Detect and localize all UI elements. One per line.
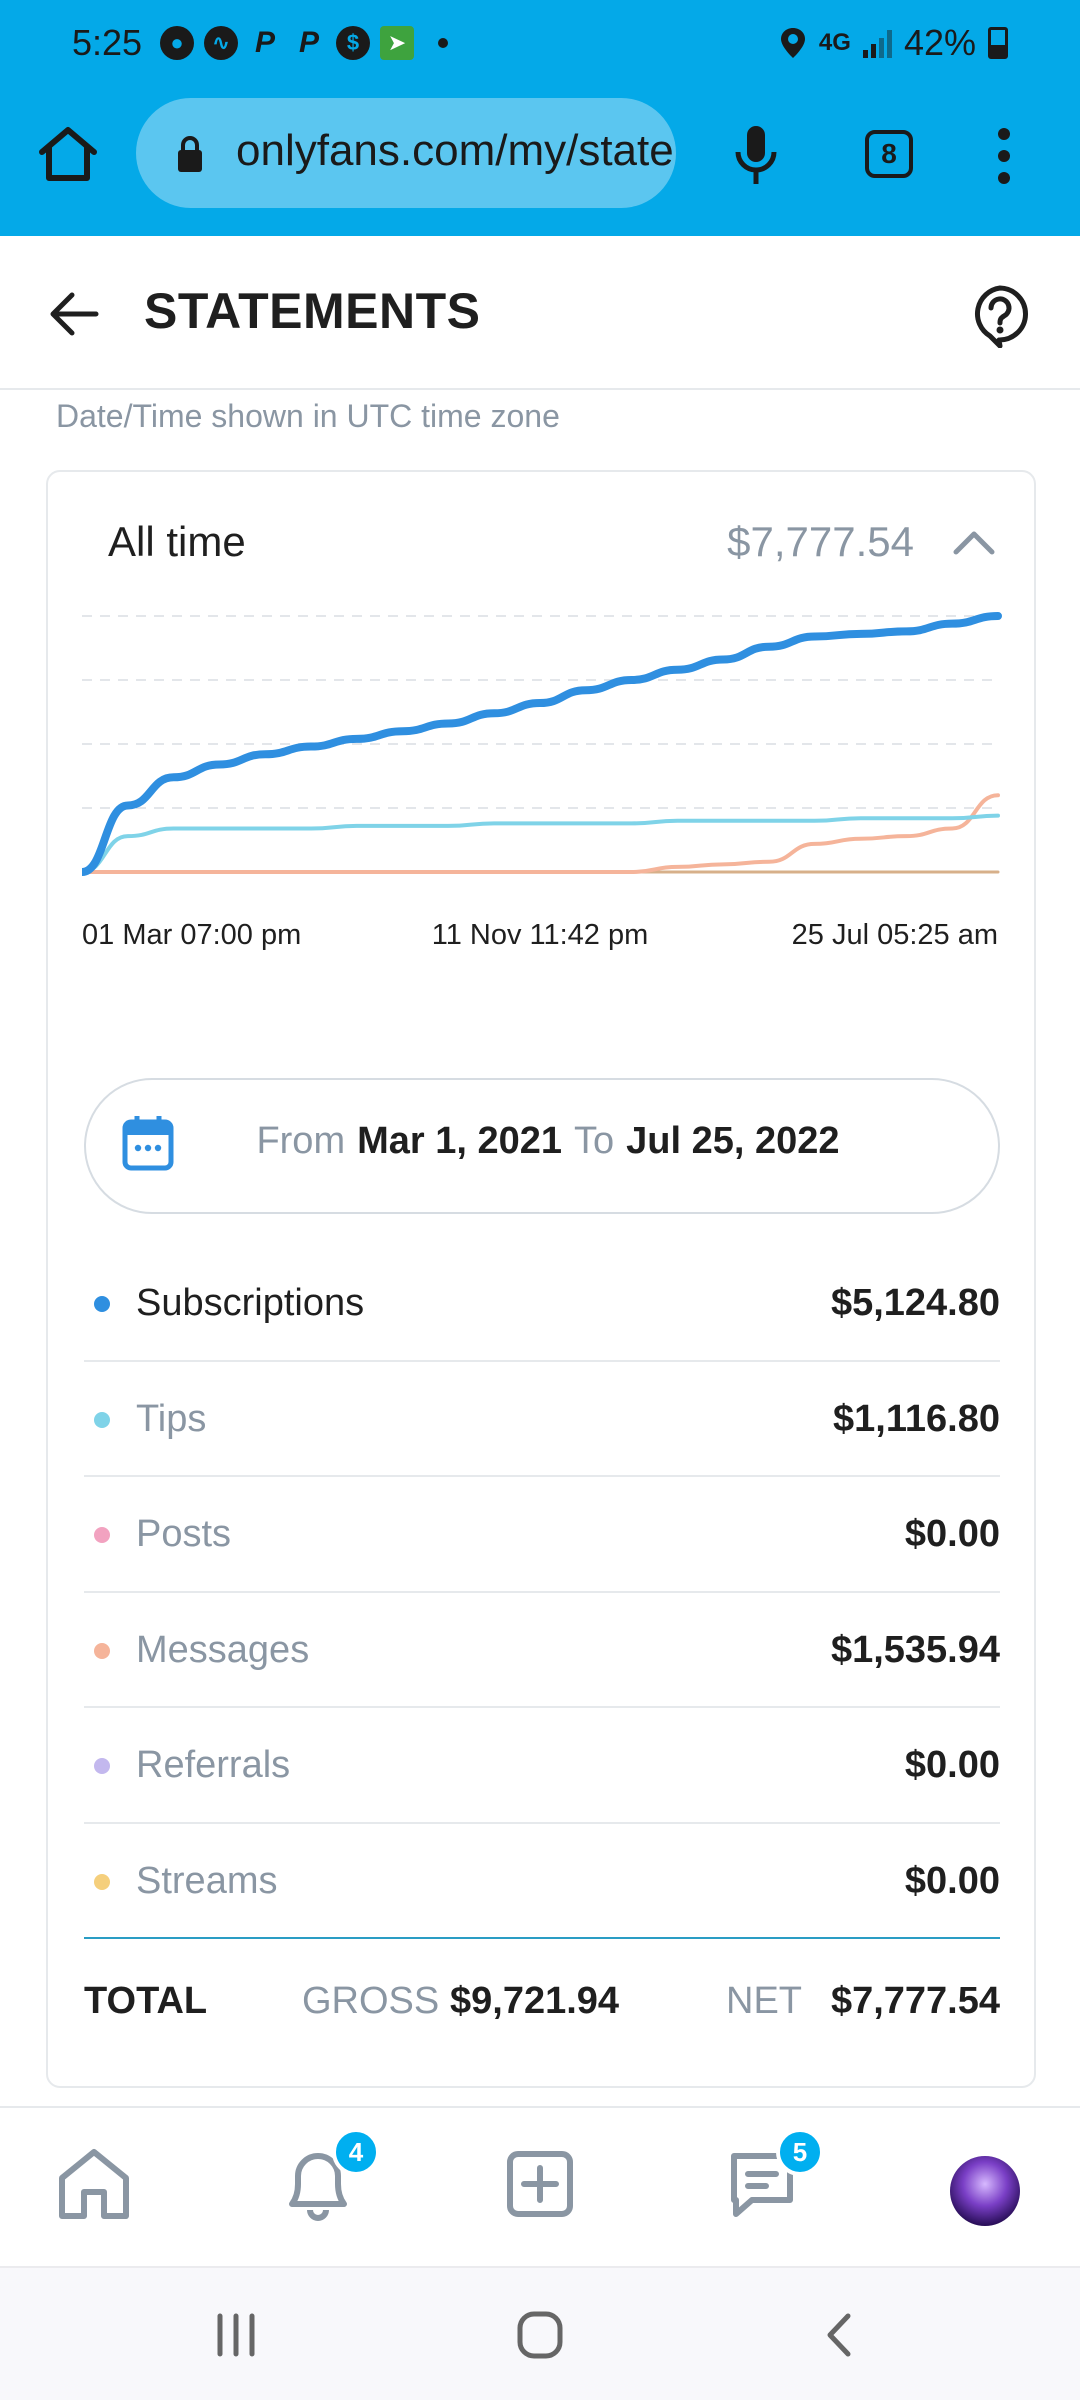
statement-card: All time $7,777.54 01 Mar 07:00 pm 11 Nov… (46, 470, 1036, 2088)
date-range-text[interactable]: From Mar 1, 2021 To Jul 25, 2022 (86, 1120, 998, 1163)
recent-apps-icon[interactable] (206, 2310, 266, 2360)
battery-percent: 42% (903, 22, 976, 63)
messenger-icon: ∿ (204, 26, 238, 60)
status-right: 4G 42% (779, 22, 1008, 64)
home-icon[interactable] (54, 2144, 134, 2224)
status-bar: 5:25 ● ∿ P P $ ➤ 4G 42% (0, 0, 1080, 92)
gross-value: $9,721.94 (450, 1980, 620, 2022)
network-type: 4G (818, 29, 851, 56)
back-arrow-icon[interactable] (46, 286, 102, 342)
category-amount: $5,124.80 (830, 1282, 1000, 1324)
category-amount: $0.00 (904, 1859, 1000, 1902)
category-amount: $0.00 (904, 1744, 1000, 1786)
notification-icons: ● ∿ P P $ ➤ (160, 26, 448, 60)
url-text[interactable]: onlyfans.com/my/statements (236, 126, 676, 176)
series-line-tips (82, 813, 1000, 874)
category-amount: $0.00 (904, 1513, 1000, 1555)
address-bar[interactable]: onlyfans.com/my/statements (136, 98, 676, 208)
browser-chrome: 5:25 ● ∿ P P $ ➤ 4G 42% onlyfans.com/my/… (0, 0, 1080, 236)
system-back-icon[interactable] (810, 2310, 870, 2360)
snapchat-icon: ● (160, 26, 194, 60)
x-tick-label: 01 Mar 07:00 pm (82, 919, 301, 951)
category-name: Posts (136, 1513, 232, 1555)
net-value: $7,777.54 (830, 1980, 1000, 2022)
category-amount: $1,116.80 (833, 1397, 1000, 1440)
system-home-icon[interactable] (510, 2310, 570, 2360)
running-man-icon: ➤ (380, 26, 414, 60)
gross-label: GROSS (302, 1980, 440, 2022)
category-list: Subscriptions $5,124.80 Tips $1,116.80 P… (84, 1246, 1000, 1939)
date-range-picker[interactable]: From Mar 1, 2021 To Jul 25, 2022 (84, 1078, 1000, 1214)
status-time: 5:25 (72, 22, 143, 63)
bottom-nav: 4 5 (0, 2106, 1080, 2266)
tab-switcher-button[interactable]: 8 (865, 130, 913, 178)
category-name: Messages (136, 1628, 310, 1671)
category-name: Referrals (136, 1744, 291, 1786)
totals-row: TOTAL GROSS $9,721.94 NET $7,777.54 (84, 1966, 1000, 2046)
microphone-icon[interactable] (732, 124, 780, 188)
category-name: Tips (136, 1397, 207, 1440)
system-nav-bar (0, 2266, 1080, 2400)
net-label: NET (726, 1980, 802, 2022)
more-notifications-dot-icon (438, 38, 448, 48)
category-row-streams[interactable]: Streams $0.00 (84, 1824, 1000, 1939)
total-label: TOTAL (84, 1980, 208, 2022)
messages-dot-icon (94, 1642, 110, 1659)
tips-dot-icon (94, 1411, 110, 1428)
signal-icon (862, 28, 892, 58)
messages-badge: 5 (776, 2128, 824, 2176)
page-title: STATEMENTS (144, 283, 481, 339)
avatar[interactable] (950, 2156, 1020, 2226)
timezone-note: Date/Time shown in UTC time zone (56, 398, 560, 434)
category-row-messages[interactable]: Messages $1,535.94 (84, 1593, 1000, 1708)
more-vertical-icon[interactable] (996, 126, 1012, 186)
category-row-posts[interactable]: Posts $0.00 (84, 1477, 1000, 1593)
period-label: All time (108, 518, 246, 565)
chevron-up-icon[interactable] (950, 524, 998, 560)
from-date[interactable]: Mar 1, 2021 (357, 1120, 562, 1162)
battery-icon (988, 27, 1008, 59)
streams-dot-icon (94, 1873, 110, 1890)
category-name: Streams (136, 1859, 278, 1902)
dollar-icon: $ (336, 26, 370, 60)
period-total: $7,777.54 (727, 518, 914, 565)
location-icon (780, 28, 805, 58)
category-row-tips[interactable]: Tips $1,116.80 (84, 1362, 1000, 1477)
p-app-icon-2: P (298, 26, 319, 59)
referrals-dot-icon (94, 1758, 110, 1774)
notifications-badge: 4 (332, 2128, 380, 2176)
earnings-chart: 01 Mar 07:00 pm 11 Nov 11:42 pm 25 Jul 05:… (82, 612, 1002, 951)
to-label: To (574, 1120, 615, 1162)
browser-home-icon[interactable] (36, 122, 100, 186)
category-row-referrals[interactable]: Referrals $0.00 (84, 1708, 1000, 1824)
add-post-icon[interactable] (500, 2144, 580, 2224)
posts-dot-icon (94, 1527, 110, 1543)
lock-icon (178, 136, 202, 172)
x-tick-label: 25 Jul 05:25 am (792, 919, 998, 951)
help-icon[interactable] (970, 284, 1030, 348)
category-name: Subscriptions (136, 1282, 365, 1324)
x-tick-label: 11 Nov 11:42 pm (432, 919, 649, 951)
category-amount: $1,535.94 (830, 1628, 1000, 1671)
p-app-icon: P (254, 26, 275, 59)
category-row-subscriptions[interactable]: Subscriptions $5,124.80 (84, 1246, 1000, 1362)
page-header: STATEMENTS (0, 236, 1080, 390)
from-label: From (256, 1120, 346, 1162)
subscriptions-dot-icon (94, 1296, 110, 1312)
series-line-messages (82, 793, 1000, 874)
to-date[interactable]: Jul 25, 2022 (626, 1120, 839, 1162)
